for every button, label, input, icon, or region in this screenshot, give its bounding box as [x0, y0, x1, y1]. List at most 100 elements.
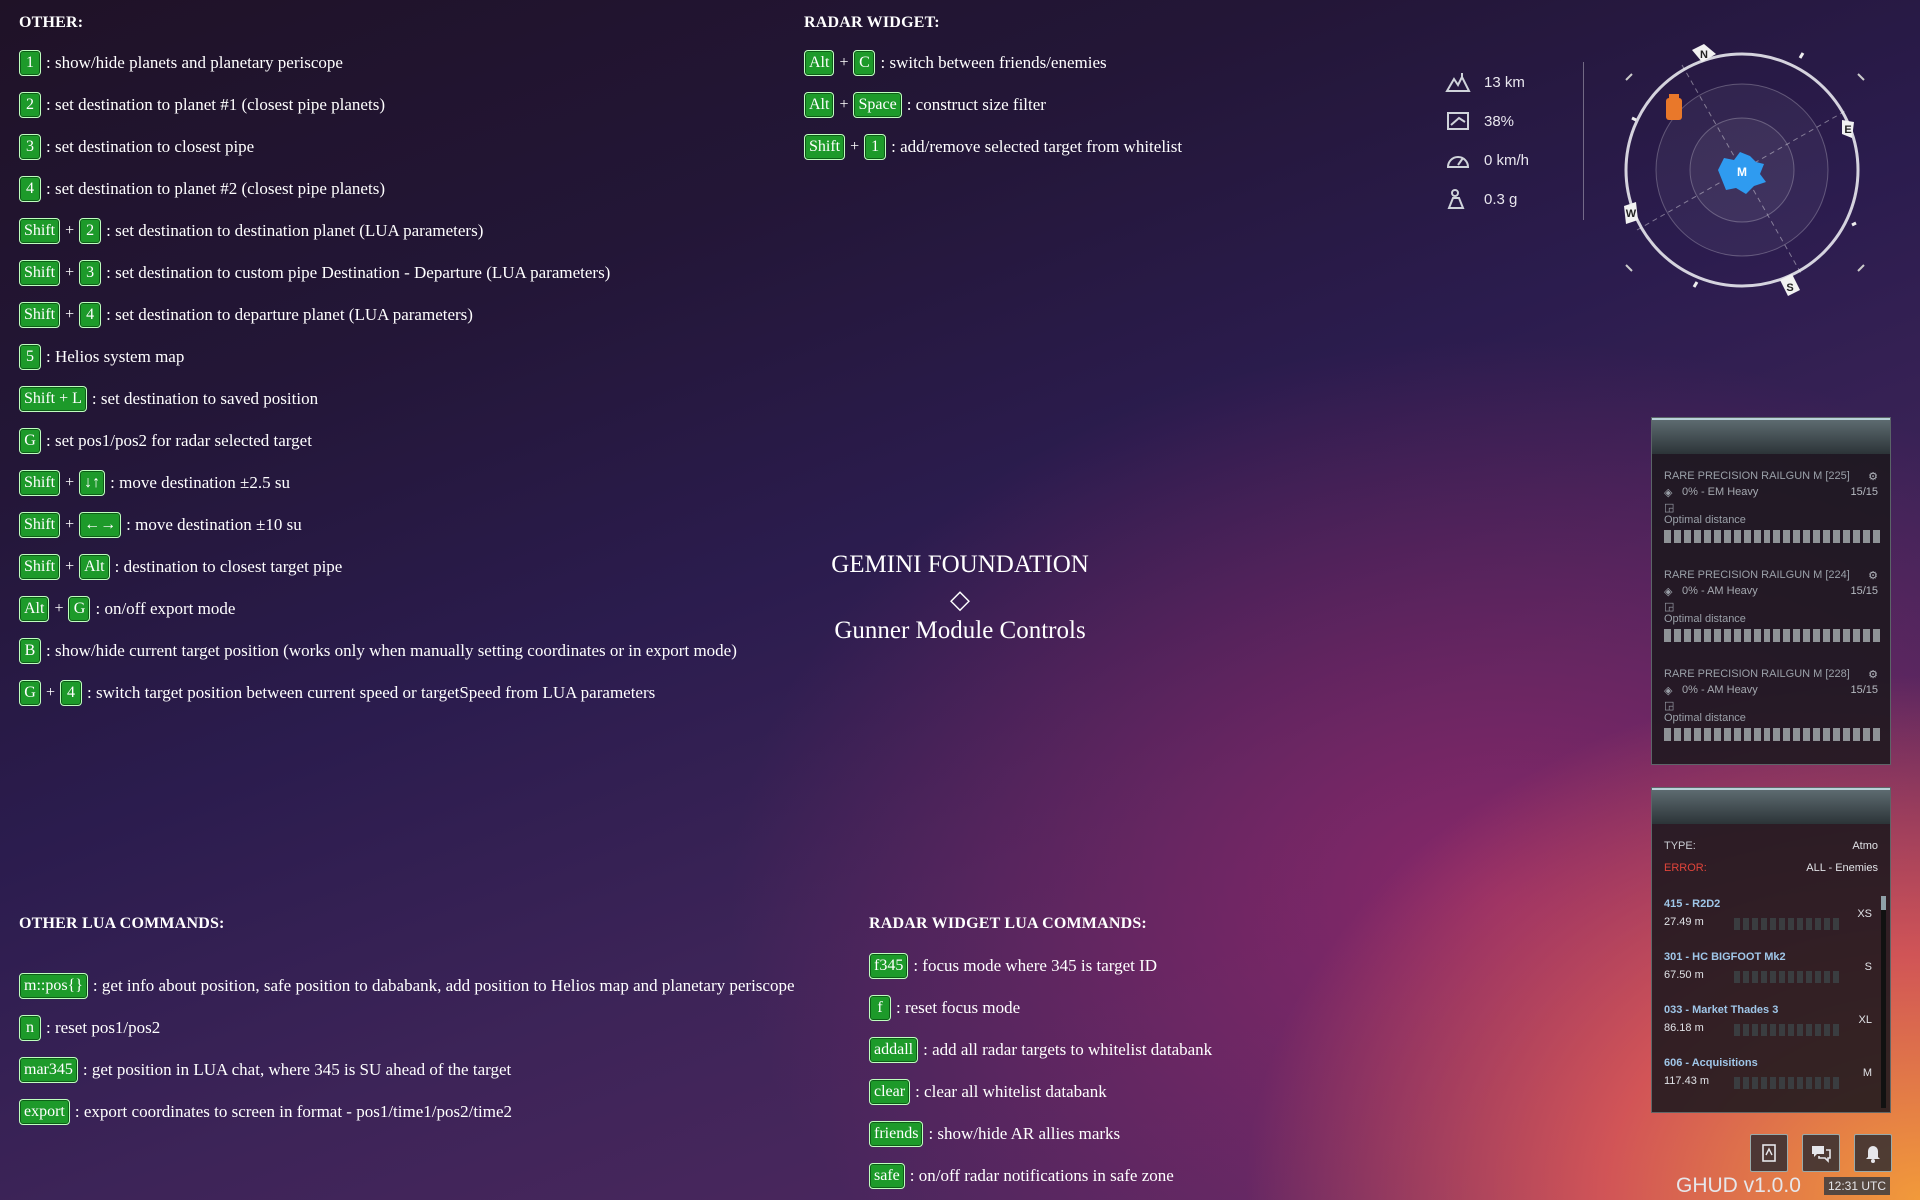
plus-sign: +	[850, 138, 860, 155]
svg-text:E: E	[1844, 124, 1851, 136]
ghud-version: GHUD v1.0.0	[1676, 1174, 1801, 1197]
key-mar345: mar345	[19, 1057, 78, 1083]
shortcut-description: : show/hide planets and planetary perisc…	[46, 53, 343, 72]
radar-target-row[interactable]: 033 - Market Thades 3 86.18 m XL	[1664, 1004, 1884, 1048]
radar-error-label: ERROR:	[1664, 862, 1707, 874]
key-1: 1	[19, 50, 41, 76]
shortcut-row: Shift +4: set destination to departure pl…	[19, 302, 473, 328]
shortcut-row: G +4: switch target position between curr…	[19, 680, 655, 706]
key-1: 1	[864, 134, 887, 160]
shortcut-description: : add/remove selected target from whitel…	[891, 137, 1183, 156]
shortcut-description: : construct size filter	[906, 95, 1046, 114]
shortcut-row: mar345: get position in LUA chat, where …	[19, 1057, 511, 1083]
plus-sign: +	[839, 96, 849, 113]
weapon-name: RARE PRECISION RAILGUN M [228]	[1664, 668, 1850, 680]
compass-radar: N E S W M	[1624, 44, 1865, 296]
key-alt: Alt	[79, 554, 110, 580]
weapon-ammo-count: 15/15	[1850, 486, 1878, 498]
shortcut-description: : export coordinates to screen in format…	[74, 1102, 513, 1121]
notifications-button[interactable]	[1854, 1134, 1892, 1172]
target-size: XL	[1858, 1014, 1872, 1026]
key-5: 5	[19, 344, 41, 370]
ammo-icon: ◈	[1664, 586, 1673, 598]
weapon-item[interactable]: RARE PRECISION RAILGUN M [228] ⚙ ◈ 0% - AM …	[1664, 668, 1880, 741]
shortcut-row: 2: set destination to planet #1 (closest…	[19, 92, 385, 118]
title-separator-icon: ◇	[950, 585, 970, 614]
weapon-status-icon: ◲	[1664, 601, 1675, 613]
weapons-panel: RARE PRECISION RAILGUN M [225] ⚙ ◈ 0% - EM …	[1651, 417, 1891, 765]
key-2: 2	[19, 92, 41, 118]
book-icon	[1762, 1144, 1776, 1162]
speed-value: 0 km/h	[1484, 151, 1530, 169]
weapon-item[interactable]: RARE PRECISION RAILGUN M [225] ⚙ ◈ 0% - EM …	[1664, 470, 1880, 543]
codex-button[interactable]	[1750, 1134, 1788, 1172]
plus-sign: +	[65, 516, 75, 533]
svg-text:N: N	[1700, 49, 1708, 61]
shortcut-description: : move destination ±2.5 su	[110, 473, 290, 492]
shortcut-description: : set destination to closest pipe	[46, 137, 255, 156]
key-3: 3	[79, 260, 102, 286]
radar-target-row[interactable]: 606 - Acquisitions 117.43 mM	[1664, 1057, 1884, 1101]
weapon-settings-icon[interactable]: ⚙	[1868, 470, 1878, 483]
radar-panel-header	[1652, 788, 1890, 824]
target-name: 415 - R2D2	[1664, 898, 1721, 910]
weapon-item[interactable]: RARE PRECISION RAILGUN M [224] ⚙ ◈ 0% - AM …	[1664, 569, 1880, 642]
target-size: M	[1862, 1067, 1872, 1079]
radar-filter-value[interactable]: ALL - Enemies	[1806, 862, 1878, 874]
optimal-distance-label: Optimal distance	[1664, 514, 1746, 526]
key-key: ←→	[79, 512, 122, 538]
key-clear: clear	[869, 1079, 911, 1105]
key-3: 3	[19, 134, 41, 160]
radar-scrollbar[interactable]	[1881, 896, 1886, 1108]
radar-widget-section-title: RADAR WIDGET:	[804, 14, 940, 31]
throttle-readout: 38%	[1444, 109, 1514, 133]
optimal-distance-label: Optimal distance	[1664, 613, 1746, 625]
shortcut-row: Shift +3: set destination to custom pipe …	[19, 260, 610, 286]
shortcut-description: : show/hide AR allies marks	[928, 1124, 1121, 1143]
gravity-icon	[1444, 187, 1472, 211]
key-alt: Alt	[804, 92, 835, 118]
weapon-range-bar	[1664, 629, 1880, 642]
key-4: 4	[79, 302, 102, 328]
weapon-settings-icon[interactable]: ⚙	[1868, 668, 1878, 681]
target-health-bar	[1734, 1024, 1839, 1036]
key-key: ↓↑	[79, 470, 106, 496]
radar-target-row[interactable]: 301 - HC BIGFOOT Mk2 67.50 mS	[1664, 951, 1884, 995]
shortcut-row: addall: add all radar targets to whiteli…	[869, 1037, 1212, 1063]
radar-target-row[interactable]: 415 - R2D2 27.49 m XS	[1664, 898, 1884, 942]
shortcut-description: : switch between friends/enemies	[880, 53, 1107, 72]
shortcut-description: : set pos1/pos2 for radar selected targe…	[46, 431, 312, 450]
ammo-icon: ◈	[1664, 685, 1673, 697]
shortcut-row: B: show/hide current target position (wo…	[19, 638, 737, 664]
key-f345: f345	[869, 953, 909, 979]
utc-clock: 12:31 UTC	[1824, 1177, 1891, 1195]
radar-type-value[interactable]: Atmo	[1852, 840, 1878, 852]
shortcut-row: Shift + ↓↑: move destination ±2.5 su	[19, 470, 290, 496]
weapon-status-icon: ◲	[1664, 502, 1675, 514]
key-n: n	[19, 1015, 41, 1041]
plus-sign: +	[65, 264, 75, 281]
shortcut-description: : move destination ±10 su	[126, 515, 302, 534]
shortcut-row: f345: focus mode where 345 is target ID	[869, 953, 1157, 979]
shortcut-description: : show/hide current target position (wor…	[46, 641, 737, 660]
key-shift: Shift	[19, 554, 61, 580]
hud-divider	[1583, 62, 1584, 220]
key-4: 4	[19, 176, 41, 202]
key-m-pos: m::pos{}	[19, 973, 88, 999]
weapon-status-icon: ◲	[1664, 700, 1675, 712]
bell-icon	[1866, 1146, 1880, 1163]
plus-sign: +	[46, 684, 56, 701]
ammo-icon: ◈	[1664, 487, 1673, 499]
shortcut-row: G: set pos1/pos2 for radar selected targ…	[19, 428, 312, 454]
key-shift: Shift	[19, 218, 61, 244]
chat-button[interactable]	[1802, 1134, 1840, 1172]
speed-readout: 0 km/h	[1444, 148, 1529, 172]
shortcut-description: : set destination to planet #2 (closest …	[46, 179, 385, 198]
compass-east-marker: E	[1842, 120, 1854, 138]
weapon-settings-icon[interactable]: ⚙	[1868, 569, 1878, 582]
target-health-bar	[1734, 971, 1839, 983]
plus-sign: +	[54, 600, 64, 617]
title-line-1: GEMINI FOUNDATION	[831, 551, 1089, 578]
key-shift: Shift	[19, 512, 61, 538]
other-section-title: OTHER:	[19, 14, 84, 31]
